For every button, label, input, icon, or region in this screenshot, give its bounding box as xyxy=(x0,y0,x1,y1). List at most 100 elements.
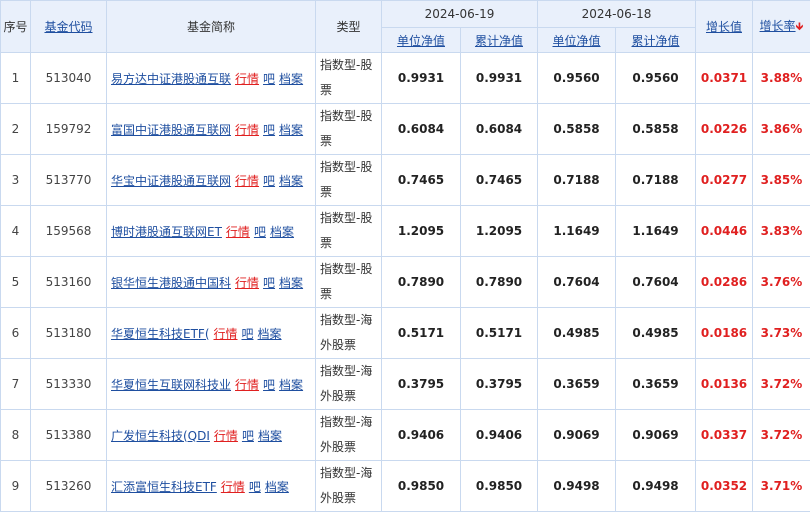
archive-link[interactable]: 档案 xyxy=(270,225,294,239)
row-acc-nav-2: 0.4985 xyxy=(615,307,696,359)
archive-link[interactable]: 档案 xyxy=(279,378,303,392)
header-code[interactable]: 基金代码 xyxy=(30,0,107,53)
row-unit-nav-2: 0.9560 xyxy=(537,52,616,104)
row-growth-value: 0.0186 xyxy=(695,307,753,359)
row-type: 指数型-股票 xyxy=(315,205,382,257)
row-name-cell: 广发恒生科技(QDI 行情吧档案 xyxy=(106,409,316,461)
row-growth-value: 0.0286 xyxy=(695,256,753,308)
archive-link[interactable]: 档案 xyxy=(279,123,303,137)
fund-name-link[interactable]: 博时港股通互联网ET xyxy=(111,225,222,239)
row-unit-nav-1: 0.6084 xyxy=(381,103,461,155)
row-code: 513770 xyxy=(30,154,107,206)
growth-rate-sort-link[interactable]: 增长率 xyxy=(760,19,796,33)
header-growth-value[interactable]: 增长值 xyxy=(695,0,753,53)
archive-link[interactable]: 档案 xyxy=(279,276,303,290)
table-header: 序号 基金代码 基金简称 类型 2024-06-19 2024-06-18 增长… xyxy=(0,0,810,53)
row-growth-value: 0.0277 xyxy=(695,154,753,206)
unit-nav-1-link[interactable]: 单位净值 xyxy=(397,34,445,48)
row-acc-nav-2: 0.9069 xyxy=(615,409,696,461)
archive-link[interactable]: 档案 xyxy=(258,327,282,341)
header-unit-nav-1[interactable]: 单位净值 xyxy=(381,27,461,53)
row-growth-rate: 3.88% xyxy=(752,52,810,104)
fund-name-link[interactable]: 汇添富恒生科技ETF xyxy=(111,480,217,494)
quote-link[interactable]: 行情 xyxy=(214,327,238,341)
quote-link[interactable]: 行情 xyxy=(235,378,259,392)
quote-link[interactable]: 行情 xyxy=(221,480,245,494)
quote-link[interactable]: 行情 xyxy=(226,225,250,239)
quote-link[interactable]: 行情 xyxy=(235,276,259,290)
bar-link[interactable]: 吧 xyxy=(263,378,275,392)
row-code: 513330 xyxy=(30,358,107,410)
row-seq: 7 xyxy=(0,358,31,410)
bar-link[interactable]: 吧 xyxy=(254,225,266,239)
row-name-cell: 富国中证港股通互联网 行情吧档案 xyxy=(106,103,316,155)
quote-link[interactable]: 行情 xyxy=(235,72,259,86)
row-growth-rate: 3.73% xyxy=(752,307,810,359)
row-acc-nav-1: 0.7465 xyxy=(460,154,538,206)
archive-link[interactable]: 档案 xyxy=(265,480,289,494)
row-seq: 9 xyxy=(0,460,31,512)
row-acc-nav-1: 1.2095 xyxy=(460,205,538,257)
header-unit-nav-2[interactable]: 单位净值 xyxy=(537,27,616,53)
archive-link[interactable]: 档案 xyxy=(279,174,303,188)
fund-name-link[interactable]: 华宝中证港股通互联网 xyxy=(111,174,231,188)
row-unit-nav-2: 0.5858 xyxy=(537,103,616,155)
fund-name-link[interactable]: 华夏恒生互联网科技业 xyxy=(111,378,231,392)
fund-name-link[interactable]: 易方达中证港股通互联 xyxy=(111,72,231,86)
fund-name-link[interactable]: 广发恒生科技(QDI xyxy=(111,429,210,443)
header-date2: 2024-06-18 xyxy=(537,0,696,28)
row-growth-rate: 3.71% xyxy=(752,460,810,512)
growth-value-sort-link[interactable]: 增长值 xyxy=(706,20,742,34)
row-acc-nav-1: 0.7890 xyxy=(460,256,538,308)
row-seq: 3 xyxy=(0,154,31,206)
acc-nav-1-link[interactable]: 累计净值 xyxy=(475,34,523,48)
bar-link[interactable]: 吧 xyxy=(263,276,275,290)
row-unit-nav-2: 0.7188 xyxy=(537,154,616,206)
quote-link[interactable]: 行情 xyxy=(235,174,259,188)
row-unit-nav-1: 0.5171 xyxy=(381,307,461,359)
row-growth-value: 0.0136 xyxy=(695,358,753,410)
row-type: 指数型-股票 xyxy=(315,52,382,104)
bar-link[interactable]: 吧 xyxy=(263,174,275,188)
row-unit-nav-1: 0.9931 xyxy=(381,52,461,104)
row-unit-nav-2: 0.9498 xyxy=(537,460,616,512)
row-growth-rate: 3.83% xyxy=(752,205,810,257)
row-unit-nav-2: 1.1649 xyxy=(537,205,616,257)
header-acc-nav-2[interactable]: 累计净值 xyxy=(615,27,696,53)
row-unit-nav-1: 0.7890 xyxy=(381,256,461,308)
row-acc-nav-2: 1.1649 xyxy=(615,205,696,257)
quote-link[interactable]: 行情 xyxy=(214,429,238,443)
quote-link[interactable]: 行情 xyxy=(235,123,259,137)
row-unit-nav-1: 0.9406 xyxy=(381,409,461,461)
fund-name-link[interactable]: 银华恒生港股通中国科 xyxy=(111,276,231,290)
row-acc-nav-2: 0.9560 xyxy=(615,52,696,104)
table-row: 7 513330 华夏恒生互联网科技业 行情吧档案 指数型-海外股票 0.3795 0.37… xyxy=(0,358,810,410)
bar-link[interactable]: 吧 xyxy=(263,72,275,86)
header-growth-rate[interactable]: 增长率🡻 xyxy=(752,0,810,53)
fund-name-link[interactable]: 富国中证港股通互联网 xyxy=(111,123,231,137)
header-acc-nav-1[interactable]: 累计净值 xyxy=(460,27,538,53)
fund-name-link[interactable]: 华夏恒生科技ETF( xyxy=(111,327,210,341)
acc-nav-2-link[interactable]: 累计净值 xyxy=(631,34,679,48)
row-seq: 5 xyxy=(0,256,31,308)
archive-link[interactable]: 档案 xyxy=(279,72,303,86)
row-name-cell: 博时港股通互联网ET 行情吧档案 xyxy=(106,205,316,257)
header-code-link[interactable]: 基金代码 xyxy=(44,20,92,34)
bar-link[interactable]: 吧 xyxy=(263,123,275,137)
bar-link[interactable]: 吧 xyxy=(242,327,254,341)
table-row: 2 159792 富国中证港股通互联网 行情吧档案 指数型-股票 0.6084 0.6084… xyxy=(0,103,810,155)
row-unit-nav-1: 0.9850 xyxy=(381,460,461,512)
row-type: 指数型-海外股票 xyxy=(315,409,382,461)
row-name-cell: 华夏恒生互联网科技业 行情吧档案 xyxy=(106,358,316,410)
bar-link[interactable]: 吧 xyxy=(249,480,261,494)
row-unit-nav-1: 0.3795 xyxy=(381,358,461,410)
row-seq: 4 xyxy=(0,205,31,257)
row-code: 513180 xyxy=(30,307,107,359)
row-acc-nav-2: 0.7604 xyxy=(615,256,696,308)
archive-link[interactable]: 档案 xyxy=(258,429,282,443)
header-type: 类型 xyxy=(315,0,382,53)
row-growth-rate: 3.86% xyxy=(752,103,810,155)
unit-nav-2-link[interactable]: 单位净值 xyxy=(552,34,600,48)
arrow-down-icon[interactable]: 🡻 xyxy=(796,20,804,33)
bar-link[interactable]: 吧 xyxy=(242,429,254,443)
